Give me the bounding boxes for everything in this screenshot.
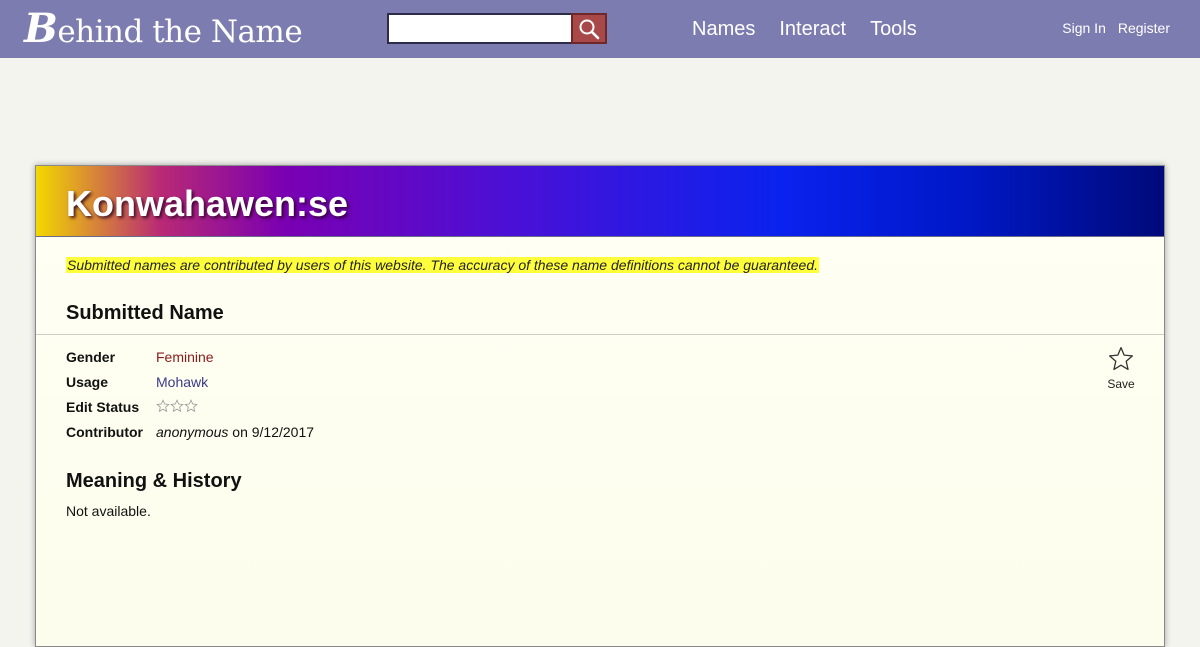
logo-text: ehind the Name (57, 14, 303, 50)
sign-in-link[interactable]: Sign In (1062, 18, 1106, 38)
top-navigation-bar: Behind the Name Names Interact Tools Sig… (0, 0, 1200, 58)
star-outline-icon (1108, 346, 1134, 371)
section-divider (36, 334, 1164, 335)
save-button[interactable]: Save (1106, 346, 1136, 391)
gender-label: Gender (66, 349, 116, 365)
contributor-value: anonymous on 9/12/2017 (156, 422, 314, 442)
name-card: Konwahawen:se Submitted names are contri… (35, 165, 1165, 647)
nav-interact[interactable]: Interact (779, 14, 846, 44)
disclaimer-notice: Submitted names are contributed by users… (66, 257, 819, 273)
gender-value-link[interactable]: Feminine (156, 347, 214, 367)
contribution-date: on 9/12/2017 (228, 424, 315, 440)
account-links: Sign In Register (1050, 18, 1170, 38)
magnifier-icon (579, 19, 600, 39)
edit-status-stars (156, 397, 198, 413)
main-nav: Names Interact Tools (692, 14, 941, 44)
nav-names[interactable]: Names (692, 14, 755, 44)
save-label: Save (1107, 377, 1135, 391)
register-link[interactable]: Register (1118, 18, 1170, 38)
submitted-name-heading: Submitted Name (66, 302, 224, 324)
usage-label: Usage (66, 374, 109, 390)
search-input[interactable] (387, 13, 571, 44)
contributor-name: anonymous (156, 424, 229, 440)
nav-tools[interactable]: Tools (870, 14, 917, 44)
site-logo[interactable]: Behind the Name (24, 5, 303, 52)
ad-placeholder (120, 64, 1080, 154)
meaning-history-heading: Meaning & History (66, 470, 242, 492)
search-bar (387, 13, 607, 44)
logo-initial: B (24, 5, 58, 52)
search-button[interactable] (571, 13, 607, 44)
usage-value-link[interactable]: Mohawk (156, 372, 208, 392)
meaning-text: Not available. (66, 503, 151, 519)
name-banner: Konwahawen:se (36, 166, 1164, 237)
star-outline-icon (170, 399, 184, 413)
edit-status-label: Edit Status (66, 399, 140, 415)
star-outline-icon (156, 399, 170, 413)
page-title: Konwahawen:se (66, 183, 349, 224)
contributor-label: Contributor (66, 424, 143, 440)
star-outline-icon (184, 399, 198, 413)
